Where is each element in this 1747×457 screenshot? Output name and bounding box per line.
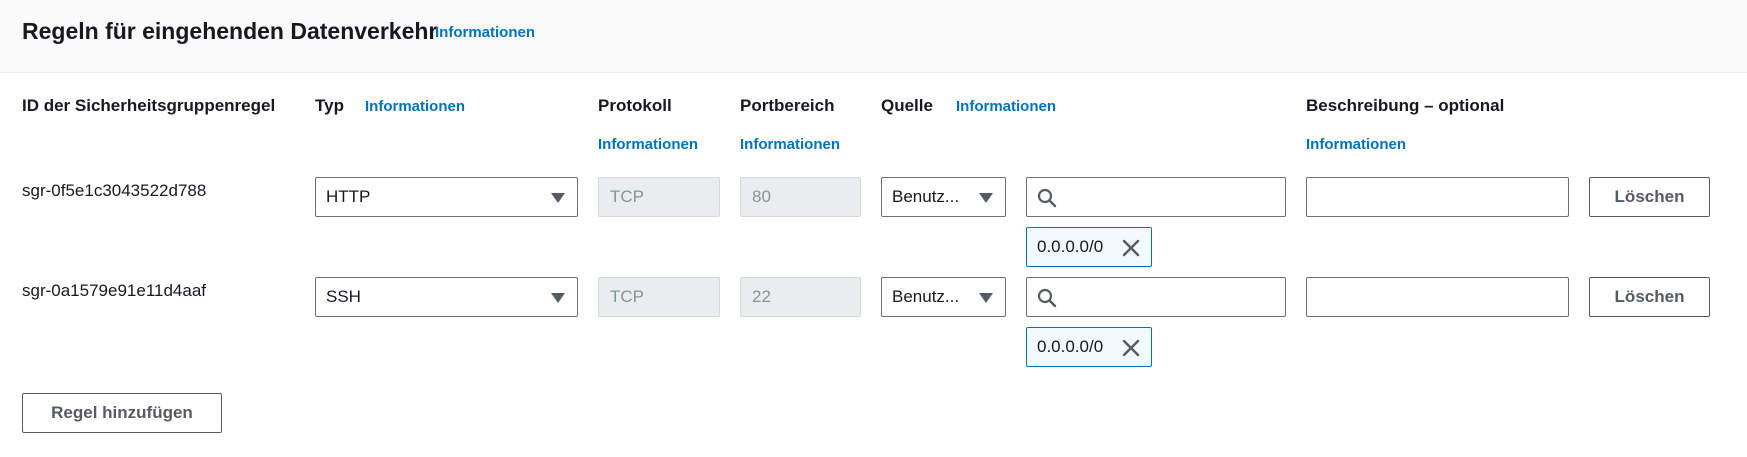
source-token: 0.0.0.0/0 bbox=[1026, 227, 1152, 267]
column-header-type: Typ bbox=[315, 96, 344, 115]
panel-header: Regeln für eingehenden Datenverkehr Info… bbox=[0, 0, 1747, 73]
header-info-link[interactable]: Informationen bbox=[435, 24, 535, 41]
caret-down-icon bbox=[979, 293, 993, 303]
type-select[interactable]: SSH bbox=[315, 277, 578, 317]
type-select-value: HTTP bbox=[326, 187, 371, 206]
description-input[interactable] bbox=[1306, 277, 1569, 317]
protocol-info-link[interactable]: Informationen bbox=[598, 135, 698, 155]
type-select-value: SSH bbox=[326, 287, 361, 306]
rule-id: sgr-0f5e1c3043522d788 bbox=[22, 181, 207, 200]
column-header-protocol: Protokoll bbox=[598, 96, 672, 115]
delete-rule-button[interactable]: Löschen bbox=[1589, 277, 1710, 317]
caret-down-icon bbox=[979, 193, 993, 203]
rule-id: sgr-0a1579e91e11d4aaf bbox=[22, 281, 207, 300]
column-header-source: Quelle bbox=[881, 96, 933, 115]
close-icon[interactable] bbox=[1121, 238, 1141, 258]
protocol-field: TCP bbox=[598, 277, 720, 317]
type-select[interactable]: HTTP bbox=[315, 177, 578, 217]
source-info-link[interactable]: Informationen bbox=[956, 97, 1056, 117]
search-icon bbox=[1037, 288, 1057, 308]
type-info-link[interactable]: Informationen bbox=[365, 97, 465, 117]
protocol-field: TCP bbox=[598, 177, 720, 217]
add-rule-button[interactable]: Regel hinzufügen bbox=[22, 393, 222, 433]
source-token-label: 0.0.0.0/0 bbox=[1037, 337, 1104, 356]
source-type-value: Benutz... bbox=[892, 187, 960, 206]
description-info-link[interactable]: Informationen bbox=[1306, 135, 1406, 155]
source-token: 0.0.0.0/0 bbox=[1026, 327, 1152, 367]
panel-title: Regeln für eingehenden Datenverkehr bbox=[22, 18, 438, 44]
caret-down-icon bbox=[551, 193, 565, 203]
source-search-input[interactable] bbox=[1026, 277, 1286, 317]
port-range-info-link[interactable]: Informationen bbox=[740, 135, 840, 155]
port-range-field: 80 bbox=[740, 177, 861, 217]
inbound-rules-panel: Regeln für eingehenden Datenverkehr Info… bbox=[0, 0, 1747, 457]
close-icon[interactable] bbox=[1121, 338, 1141, 358]
source-type-select[interactable]: Benutz... bbox=[881, 277, 1006, 317]
source-search-input[interactable] bbox=[1026, 177, 1286, 217]
search-icon bbox=[1037, 188, 1057, 208]
source-type-select[interactable]: Benutz... bbox=[881, 177, 1006, 217]
source-token-label: 0.0.0.0/0 bbox=[1037, 237, 1104, 256]
column-header-port-range: Portbereich bbox=[740, 96, 835, 115]
source-type-value: Benutz... bbox=[892, 287, 960, 306]
column-header-description: Beschreibung – optional bbox=[1306, 96, 1505, 115]
description-input[interactable] bbox=[1306, 177, 1569, 217]
delete-rule-button[interactable]: Löschen bbox=[1589, 177, 1710, 217]
port-range-field: 22 bbox=[740, 277, 861, 317]
caret-down-icon bbox=[551, 293, 565, 303]
column-header-rule-id: ID der Sicherheitsgruppenregel bbox=[22, 96, 276, 115]
